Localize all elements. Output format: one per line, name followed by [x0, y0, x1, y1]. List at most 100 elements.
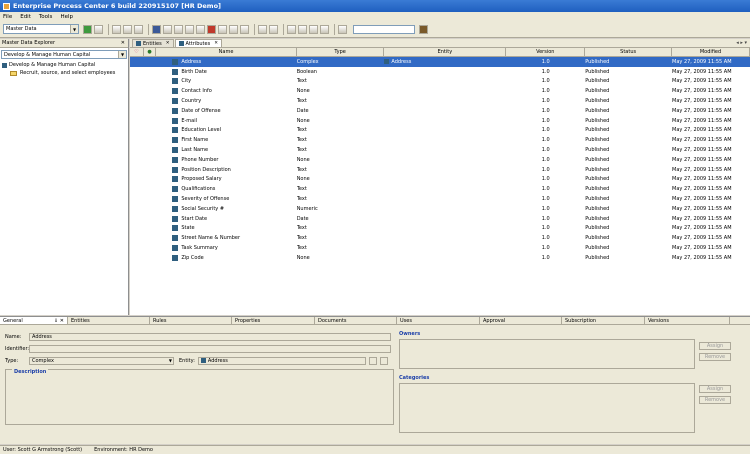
- table-row[interactable]: Contact Info None 1.0 Published May 27, 2009…: [130, 86, 750, 96]
- table-row[interactable]: Education Level Text 1.0 Published May 27, 2…: [130, 126, 750, 136]
- table-row[interactable]: E-mail None 1.0 Published May 27, 2009 11:55…: [130, 116, 750, 126]
- redo-icon[interactable]: [174, 24, 183, 34]
- new-window-icon[interactable]: [94, 24, 103, 34]
- cut-icon[interactable]: [218, 24, 227, 34]
- status-col-icon[interactable]: ●: [144, 48, 157, 56]
- table-row[interactable]: State Text 1.0 Published May 27, 2009 11:55 …: [130, 224, 750, 234]
- table-row[interactable]: Phone Number None 1.0 Published May 27, 2009…: [130, 155, 750, 165]
- copy-icon[interactable]: [229, 24, 238, 34]
- owners-list[interactable]: [399, 339, 695, 369]
- table-row[interactable]: Street Name & Number Text 1.0 Published May …: [130, 233, 750, 243]
- tab-subscription[interactable]: Subscription: [562, 317, 645, 324]
- delete-icon[interactable]: [207, 24, 216, 34]
- refresh-icon[interactable]: [83, 24, 92, 34]
- tab-scroll-arrows-icon[interactable]: ◂ ▸ ▾: [736, 40, 747, 46]
- identifier-field[interactable]: [29, 344, 391, 353]
- forward-icon[interactable]: [269, 24, 278, 34]
- menu-tools[interactable]: Tools: [39, 14, 53, 20]
- tab-uses[interactable]: Uses: [397, 317, 480, 324]
- cell-name: Task Summary: [156, 243, 296, 253]
- table-row[interactable]: Severity of Offense Text 1.0 Published May 2…: [130, 194, 750, 204]
- page-setup-icon[interactable]: [134, 24, 143, 34]
- search-go-icon[interactable]: [419, 24, 428, 34]
- book-icon[interactable]: [287, 24, 296, 34]
- name-field[interactable]: Address: [29, 332, 391, 341]
- owners-remove-button[interactable]: Remove: [699, 353, 731, 361]
- tab-documents[interactable]: Documents: [315, 317, 397, 324]
- table-row[interactable]: Last Name Text 1.0 Published May 27, 2009 11…: [130, 145, 750, 155]
- paste-icon[interactable]: [240, 24, 249, 34]
- table-row[interactable]: City Text 1.0 Published May 27, 2009 11:55 A…: [130, 77, 750, 87]
- column-header-entity[interactable]: Entity: [384, 48, 507, 56]
- grid-icon[interactable]: [309, 24, 318, 34]
- tree-item-child[interactable]: Recruit, source, and select employees: [0, 69, 128, 77]
- table-row[interactable]: Birth Date Boolean 1.0 Published May 27, 200…: [130, 67, 750, 77]
- cell-version: 1.0: [541, 147, 550, 154]
- categories-remove-button[interactable]: Remove: [699, 396, 731, 404]
- heart-icon[interactable]: [338, 24, 347, 34]
- menu-edit[interactable]: Edit: [20, 14, 31, 20]
- list-icon[interactable]: [320, 24, 329, 34]
- print-preview-icon[interactable]: [123, 24, 132, 34]
- cell-version: 1.0: [541, 88, 550, 95]
- tab-entities-bottom[interactable]: Entities: [68, 317, 150, 324]
- close-icon[interactable]: ✕: [166, 41, 170, 46]
- cell-type: Text: [296, 196, 307, 203]
- tab-versions[interactable]: Versions: [645, 317, 730, 324]
- search-input[interactable]: [353, 24, 415, 34]
- entity-browse-button[interactable]: [368, 356, 377, 365]
- tab-properties[interactable]: Properties: [232, 317, 315, 324]
- cell-modified: May 27, 2009 11:55 AM: [672, 215, 732, 222]
- row-status-cell: [144, 135, 157, 145]
- table-row[interactable]: Date of Offense Date 1.0 Published May 27, 2…: [130, 106, 750, 116]
- table-row[interactable]: Address Complex Address 1.0 Published May 27,…: [130, 57, 750, 67]
- owners-assign-button[interactable]: Assign: [699, 342, 731, 350]
- menu-help[interactable]: Help: [60, 14, 73, 20]
- table-row[interactable]: Start Date Date 1.0 Published May 27, 2009 1…: [130, 214, 750, 224]
- column-header-version[interactable]: Version: [506, 48, 586, 56]
- check-out-icon[interactable]: [185, 24, 194, 34]
- categories-list[interactable]: [399, 383, 695, 433]
- tab-attributes[interactable]: Attributes ✕: [174, 39, 222, 47]
- tab-approval[interactable]: Approval: [480, 317, 562, 324]
- menu-file[interactable]: File: [3, 14, 12, 20]
- table-row[interactable]: Qualifications Text 1.0 Published May 27, 20…: [130, 184, 750, 194]
- table-row[interactable]: Proposed Salary None 1.0 Published May 27, 2…: [130, 175, 750, 185]
- description-box[interactable]: Description: [5, 369, 394, 425]
- entity-field[interactable]: Address: [197, 356, 366, 365]
- table-row[interactable]: Zip Code None 1.0 Published May 27, 2009 11:…: [130, 253, 750, 263]
- column-header-name[interactable]: Name: [156, 48, 297, 56]
- row-marker: [130, 86, 144, 96]
- print-icon[interactable]: [112, 24, 121, 34]
- cell-name: Education Level: [156, 126, 296, 136]
- filter-icon[interactable]: ♡: [130, 48, 144, 56]
- tab-rules[interactable]: Rules: [150, 317, 232, 324]
- pin-icon[interactable]: ⇓ ✕: [54, 318, 64, 324]
- tree-item-root[interactable]: Develop & Manage Human Capital: [0, 61, 128, 69]
- cell-status: Published: [585, 225, 610, 232]
- tab-entities[interactable]: Entities ✕: [132, 39, 174, 47]
- cell-status: Published: [585, 215, 610, 222]
- save-icon[interactable]: [152, 24, 161, 34]
- cell-entity: [384, 96, 506, 106]
- entity-clear-button[interactable]: [379, 356, 388, 365]
- categories-assign-button[interactable]: Assign: [699, 385, 731, 393]
- close-icon[interactable]: ✕: [121, 40, 125, 46]
- view-select[interactable]: Master Data ▼: [3, 24, 79, 34]
- table-row[interactable]: Task Summary Text 1.0 Published May 27, 2009…: [130, 243, 750, 253]
- table-row[interactable]: First Name Text 1.0 Published May 27, 2009 1…: [130, 135, 750, 145]
- column-header-modified[interactable]: Modified: [672, 48, 750, 56]
- undo-icon[interactable]: [163, 24, 172, 34]
- check-in-icon[interactable]: [196, 24, 205, 34]
- table-row[interactable]: Position Description Text 1.0 Published May …: [130, 165, 750, 175]
- explorer-select[interactable]: Develop & Manage Human Capital ▼: [1, 50, 127, 59]
- folder-icon[interactable]: [298, 24, 307, 34]
- close-icon[interactable]: ✕: [214, 41, 218, 46]
- table-row[interactable]: Country Text 1.0 Published May 27, 2009 11:5…: [130, 96, 750, 106]
- table-row[interactable]: Social Security # Numeric 1.0 Published May …: [130, 204, 750, 214]
- column-header-status[interactable]: Status: [585, 48, 673, 56]
- column-header-type[interactable]: Type: [297, 48, 385, 56]
- tab-general[interactable]: General ⇓ ✕: [0, 317, 68, 324]
- type-select[interactable]: Complex ▼: [29, 356, 174, 365]
- back-icon[interactable]: [258, 24, 267, 34]
